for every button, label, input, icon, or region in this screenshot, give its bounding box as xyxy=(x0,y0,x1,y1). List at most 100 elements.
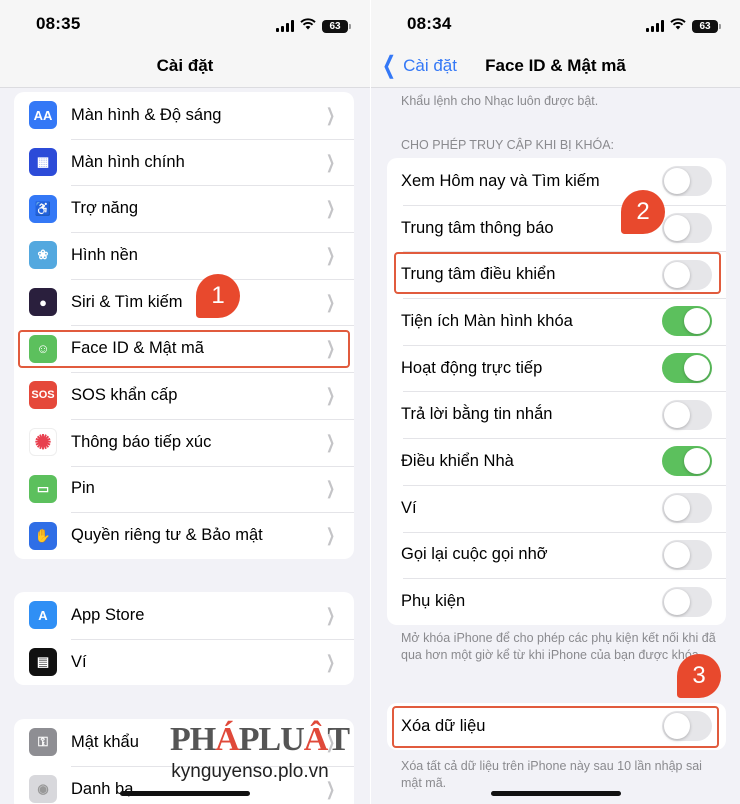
toggle-switch[interactable] xyxy=(662,493,712,524)
app-store-icon: A xyxy=(29,601,57,630)
toggle-switch[interactable] xyxy=(662,166,712,197)
toggle-row: Điều khiển Nhà xyxy=(387,438,726,485)
settings-group-general: AA Màn hình & Độ sáng ❯ ▦ Màn hình chính ❯ ♿ Tr… xyxy=(14,92,354,559)
callout-number: 2 xyxy=(636,198,650,225)
home-indicator[interactable] xyxy=(120,791,250,796)
toggle-switch[interactable] xyxy=(662,306,712,337)
settings-item-accessibility[interactable]: ♿ Trợ năng ❯ xyxy=(14,185,354,232)
battery-icon: 63 xyxy=(322,19,351,33)
toggle-switch[interactable] xyxy=(662,399,712,430)
toggle-switch[interactable] xyxy=(662,539,712,570)
wallpaper-icon: ❀ xyxy=(29,241,57,270)
toggle-row: Trung tâm thông báo xyxy=(387,204,726,252)
settings-item-wallet[interactable]: ▤ Ví ❯ xyxy=(14,638,354,686)
toggle-knob xyxy=(664,541,690,568)
status-bar: 08:34 63 xyxy=(371,0,740,48)
toggle-knob xyxy=(664,401,690,428)
accessibility-icon: ♿ xyxy=(29,194,57,223)
settings-item-app-store[interactable]: A App Store ❯ xyxy=(14,592,354,639)
chevron-right-icon: ❯ xyxy=(325,151,335,172)
chevron-right-icon: ❯ xyxy=(325,478,335,499)
settings-item-label: SOS khẩn cấp xyxy=(71,385,178,404)
nav-bar: ❮ Cài đặt Face ID & Mật mã xyxy=(371,48,740,88)
toggle-row: Trả lời bằng tin nhắn xyxy=(387,391,726,438)
toggle-switch[interactable] xyxy=(662,446,712,477)
wallet-icon: ▤ xyxy=(29,648,57,677)
toggle-row: Phụ kiện xyxy=(387,578,726,625)
chevron-right-icon: ❯ xyxy=(325,525,335,546)
settings-item-home-screen[interactable]: ▦ Màn hình chính ❯ xyxy=(14,138,354,186)
toggle-knob xyxy=(664,261,690,288)
home-screen-icon: ▦ xyxy=(29,148,57,177)
toggle-switch[interactable] xyxy=(662,259,712,290)
settings-screen: 08:35 63 Cài đặt AA Màn hình & Độ sáng ❯ ▦ M… xyxy=(0,0,370,804)
chevron-right-icon: ❯ xyxy=(325,604,335,625)
status-time: 08:35 xyxy=(36,14,81,33)
nav-bar: Cài đặt xyxy=(0,48,370,88)
settings-item-key[interactable]: ⚿ Mật khẩu ❯ xyxy=(14,719,354,766)
toggle-knob xyxy=(684,308,710,335)
wifi-icon xyxy=(300,17,316,35)
settings-item-label: Màn hình chính xyxy=(71,152,185,171)
annotation-callout-1: 1 xyxy=(196,274,240,318)
erase-data-toggle[interactable] xyxy=(662,711,712,742)
settings-item-face-id[interactable]: ☺ Face ID & Mật mã ❯ xyxy=(14,325,354,372)
settings-item-text-size[interactable]: AA Màn hình & Độ sáng ❯ xyxy=(14,92,354,139)
accessories-note: Mở khóa iPhone để cho phép các phụ kiện … xyxy=(401,631,716,662)
status-bar: 08:35 63 xyxy=(0,0,370,48)
chevron-right-icon: ❯ xyxy=(325,291,335,312)
chevron-right-icon: ❯ xyxy=(325,198,335,219)
chevron-right-icon: ❯ xyxy=(325,731,335,752)
toggle-switch[interactable] xyxy=(662,353,712,384)
key-icon: ⚿ xyxy=(29,728,57,757)
settings-item-contacts[interactable]: ◉ Danh bạ ❯ xyxy=(14,765,354,804)
settings-item-label: Màn hình & Độ sáng xyxy=(71,105,222,124)
toggle-row: Ví xyxy=(387,484,726,532)
battery-icon: ▭ xyxy=(29,474,57,503)
chevron-right-icon: ❯ xyxy=(325,651,335,672)
toggle-knob xyxy=(664,713,690,740)
settings-group-apps-store: A App Store ❯ ▤ Ví ❯ xyxy=(14,592,354,686)
toggle-row: Tiện ích Màn hình khóa xyxy=(387,298,726,345)
toggle-switch[interactable] xyxy=(662,213,712,244)
erase-data-group: Xóa dữ liệu xyxy=(387,703,726,750)
face-id-icon: ☺ xyxy=(29,334,57,363)
annotation-callout-3: 3 xyxy=(677,654,721,698)
erase-data-note: Xóa tất cả dữ liệu trên iPhone này sau 1… xyxy=(401,759,702,790)
settings-item-sos[interactable]: SOS SOS khẩn cấp ❯ xyxy=(14,372,354,419)
siri-music-note: Khẩu lệnh cho Nhạc luôn được bật. xyxy=(401,94,599,108)
home-indicator[interactable] xyxy=(491,791,621,796)
erase-data-row: Xóa dữ liệu xyxy=(387,703,726,750)
toggle-row: Gọi lại cuộc gọi nhỡ xyxy=(387,531,726,579)
settings-item-label: Quyền riêng tư & Bảo mật xyxy=(71,526,263,545)
settings-item-label: Ví xyxy=(71,652,87,671)
privacy-hand-icon: ✋ xyxy=(29,521,57,550)
callout-number: 1 xyxy=(211,282,225,309)
page-title: Face ID & Mật mã xyxy=(485,56,626,75)
settings-item-label: Trợ năng xyxy=(71,199,139,218)
toggle-knob xyxy=(664,495,690,522)
settings-item-siri[interactable]: ● Siri & Tìm kiếm ❯ xyxy=(14,278,354,326)
settings-item-label: Pin xyxy=(71,479,95,498)
chevron-right-icon: ❯ xyxy=(325,338,335,359)
settings-item-battery[interactable]: ▭ Pin ❯ xyxy=(14,465,354,513)
toggle-row: Hoạt động trực tiếp xyxy=(387,344,726,392)
settings-item-exposure-notification[interactable]: ✺ Thông báo tiếp xúc ❯ xyxy=(14,418,354,466)
chevron-right-icon: ❯ xyxy=(325,431,335,452)
text-size-icon: AA xyxy=(29,101,57,130)
settings-item-privacy-hand[interactable]: ✋ Quyền riêng tư & Bảo mật ❯ xyxy=(14,512,354,559)
toggle-row: Trung tâm điều khiển xyxy=(387,251,726,298)
face-id-passcode-screen: 08:34 63 ❮ Cài đặt Face ID & Mật mã Khẩu… xyxy=(370,0,740,804)
siri-icon: ● xyxy=(29,288,57,317)
toggle-knob xyxy=(664,588,690,615)
settings-item-wallpaper[interactable]: ❀ Hình nền ❯ xyxy=(14,232,354,279)
settings-item-label: Face ID & Mật mã xyxy=(71,339,204,358)
battery-icon: 63 xyxy=(692,19,721,33)
annotation-callout-2: 2 xyxy=(621,190,665,234)
wifi-icon xyxy=(670,17,686,35)
exposure-notification-icon: ✺ xyxy=(29,428,57,457)
chevron-right-icon: ❯ xyxy=(325,384,335,405)
chevron-right-icon: ❯ xyxy=(325,244,335,265)
section-header-lock-access: CHO PHÉP TRUY CẬP KHI BỊ KHÓA: xyxy=(401,138,615,152)
toggle-switch[interactable] xyxy=(662,586,712,617)
